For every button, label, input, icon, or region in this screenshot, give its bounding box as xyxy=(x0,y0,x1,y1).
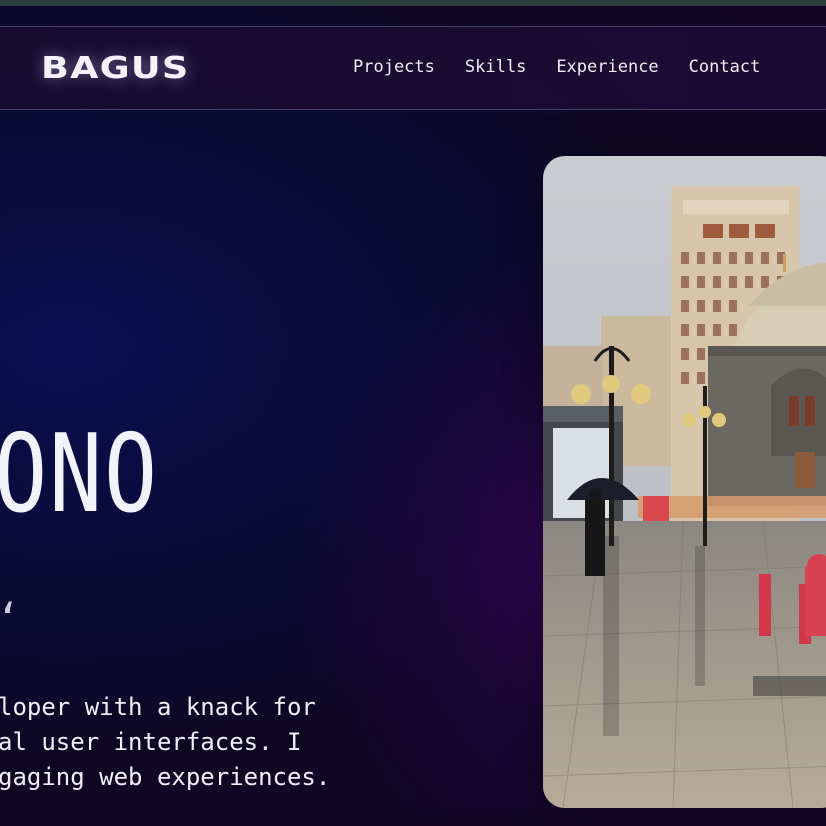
hero-description-line: al user interfaces. I xyxy=(0,728,302,756)
nav-link-experience[interactable]: Experience xyxy=(556,57,658,77)
nav-link-projects[interactable]: Projects xyxy=(353,57,435,77)
nav-links: Projects Skills Experience Contact xyxy=(353,57,760,77)
top-border-strip xyxy=(0,0,826,6)
hero-description-line: gaging web experiences. xyxy=(0,763,331,791)
hero-subtitle: ʻ xyxy=(0,596,21,642)
navbar: BAGUS Projects Skills Experience Contact xyxy=(0,26,826,110)
nav-link-contact[interactable]: Contact xyxy=(689,57,761,77)
hero-title: ONO xyxy=(0,412,159,537)
street-photo-image xyxy=(543,156,826,808)
hero-description-line: loper with a knack for xyxy=(0,693,316,721)
nav-link-skills[interactable]: Skills xyxy=(465,57,526,77)
site-logo[interactable]: BAGUS xyxy=(41,51,189,86)
hero-description: loper with a knack for al user interface… xyxy=(0,690,330,795)
hero-photo xyxy=(543,156,826,808)
